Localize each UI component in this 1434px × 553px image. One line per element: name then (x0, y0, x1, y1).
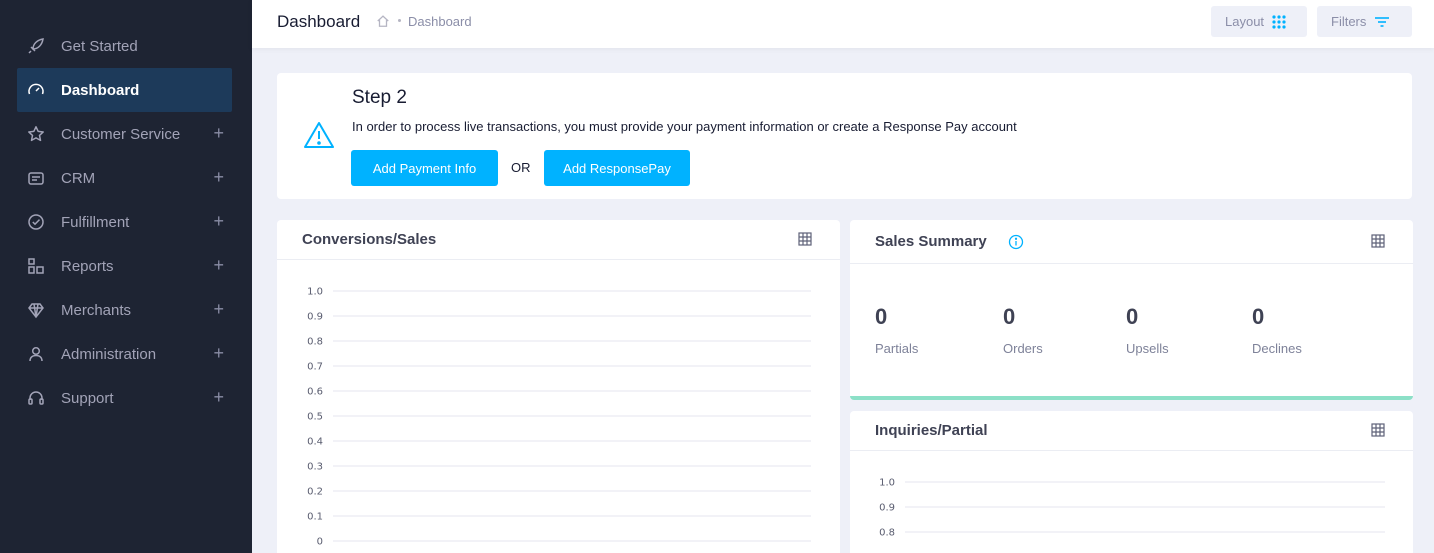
sidebar-item-customer-service[interactable]: Customer Service + (17, 112, 232, 156)
add-responsepay-button[interactable]: Add ResponsePay (544, 150, 690, 186)
step-title: Step 2 (352, 87, 407, 108)
y-tick-label: 0.7 (307, 362, 323, 373)
breadcrumb[interactable]: Dashboard (408, 14, 472, 29)
stat-upsells: 0 Upsells (1126, 304, 1169, 356)
headset-icon (27, 389, 45, 407)
card-header: Conversions/Sales (277, 220, 840, 260)
y-tick-label: 0.4 (307, 437, 323, 448)
y-tick-label: 0 (317, 537, 323, 548)
sidebar-item-fulfillment[interactable]: Fulfillment + (17, 200, 232, 244)
stat-label: Upsells (1126, 341, 1169, 356)
sidebar-item-label: Reports (61, 257, 114, 275)
conversions-chart: 1.0 0.9 0.8 0.7 0.6 0.5 0.4 0.3 0.2 0.1 0 (307, 287, 811, 548)
y-tick-label: 0.8 (307, 337, 323, 348)
expand-plus-icon[interactable]: + (213, 123, 224, 143)
sidebar: Get Started Dashboard Customer Service + CRM… (0, 0, 252, 553)
expand-plus-icon[interactable]: + (213, 387, 224, 407)
sidebar-item-label: Fulfillment (61, 213, 130, 231)
step-message: In order to process live transactions, y… (352, 119, 1017, 134)
y-tick-label: 1.0 (879, 478, 895, 489)
card-title: Inquiries/Partial (875, 422, 988, 439)
expand-plus-icon[interactable]: + (213, 167, 224, 187)
y-tick-label: 0.8 (879, 528, 895, 539)
sidebar-item-support[interactable]: Support + (17, 376, 232, 420)
inquiries-card: Inquiries/Partial 1.0 0.9 0.8 (850, 411, 1413, 553)
filters-button-label: Filters (1331, 14, 1367, 29)
sidebar-item-label: Dashboard (61, 81, 140, 99)
stat-value: 0 (1252, 304, 1265, 329)
card-title: Conversions/Sales (302, 231, 437, 248)
y-tick-label: 0.1 (307, 512, 323, 523)
sidebar-item-reports[interactable]: Reports + (17, 244, 232, 288)
sidebar-item-label: Get Started (61, 37, 138, 55)
sidebar-item-crm[interactable]: CRM + (17, 156, 232, 200)
y-tick-label: 0.6 (307, 387, 323, 398)
step-card: Step 2 In order to process live transact… (277, 73, 1412, 199)
filters-button[interactable]: Filters (1317, 6, 1412, 37)
diamond-icon (27, 301, 45, 319)
sidebar-item-get-started[interactable]: Get Started (17, 24, 232, 68)
inquiries-chart: 1.0 0.9 0.8 (879, 478, 1385, 539)
page-header: Dashboard Dashboard Layout Filters (252, 0, 1434, 48)
add-payment-info-button[interactable]: Add Payment Info (351, 150, 498, 186)
y-tick-label: 0.9 (307, 312, 323, 323)
layout-button[interactable]: Layout (1211, 6, 1307, 37)
page-title: Dashboard (277, 12, 361, 31)
info-icon[interactable] (1008, 234, 1024, 250)
sidebar-item-dashboard[interactable]: Dashboard (17, 68, 232, 112)
reports-icon (27, 257, 45, 275)
sidebar-item-label: Customer Service (61, 125, 181, 143)
expand-plus-icon[interactable]: + (213, 211, 224, 231)
dots-grid-icon (1272, 14, 1286, 29)
stat-orders: 0 Orders (1003, 304, 1043, 356)
or-label: OR (511, 160, 531, 175)
table-grid-icon[interactable] (1371, 234, 1385, 248)
expand-plus-icon[interactable]: + (213, 255, 224, 275)
y-tick-label: 0.3 (307, 462, 323, 473)
layout-button-label: Layout (1225, 14, 1265, 29)
expand-plus-icon[interactable]: + (213, 343, 224, 363)
user-icon (27, 345, 45, 363)
home-icon[interactable] (376, 14, 390, 33)
sales-summary-card: Sales Summary 0 Partials 0 Orders 0 Upse… (850, 220, 1413, 400)
star-icon (27, 125, 45, 143)
stat-declines: 0 Declines (1252, 304, 1302, 356)
stat-label: Partials (875, 341, 919, 356)
crm-icon (27, 169, 45, 187)
stat-label: Orders (1003, 341, 1043, 356)
sidebar-item-administration[interactable]: Administration + (17, 332, 232, 376)
filter-icon (1374, 16, 1390, 28)
sidebar-item-merchants[interactable]: Merchants + (17, 288, 232, 332)
stat-value: 0 (875, 304, 888, 329)
card-title: Sales Summary (875, 233, 987, 250)
check-circle-icon (27, 213, 45, 231)
stat-value: 0 (1126, 304, 1139, 329)
card-header: Inquiries/Partial (850, 411, 1413, 451)
sidebar-item-label: Merchants (61, 301, 132, 319)
breadcrumb-separator (398, 19, 401, 22)
expand-plus-icon[interactable]: + (213, 299, 224, 319)
stat-value: 0 (1003, 304, 1016, 329)
table-grid-icon[interactable] (798, 232, 812, 246)
sidebar-item-label: CRM (61, 169, 96, 187)
rocket-icon (27, 37, 45, 55)
y-tick-label: 1.0 (307, 287, 323, 298)
stat-label: Declines (1252, 341, 1302, 356)
table-grid-icon[interactable] (1371, 423, 1385, 437)
warning-icon (303, 121, 335, 154)
sidebar-item-label: Administration (61, 345, 157, 363)
card-header: Sales Summary (850, 220, 1413, 264)
speedometer-icon (27, 81, 45, 99)
conversions-card: Conversions/Sales 1.0 0.9 0.8 0.7 0.6 0.5 0.4 0… (277, 220, 840, 553)
sidebar-item-label: Support (61, 389, 114, 407)
sales-summary-bar (850, 396, 1413, 400)
stat-partials: 0 Partials (875, 304, 918, 356)
y-tick-label: 0.9 (879, 503, 895, 514)
y-tick-label: 0.5 (307, 412, 323, 423)
y-tick-label: 0.2 (307, 487, 323, 498)
